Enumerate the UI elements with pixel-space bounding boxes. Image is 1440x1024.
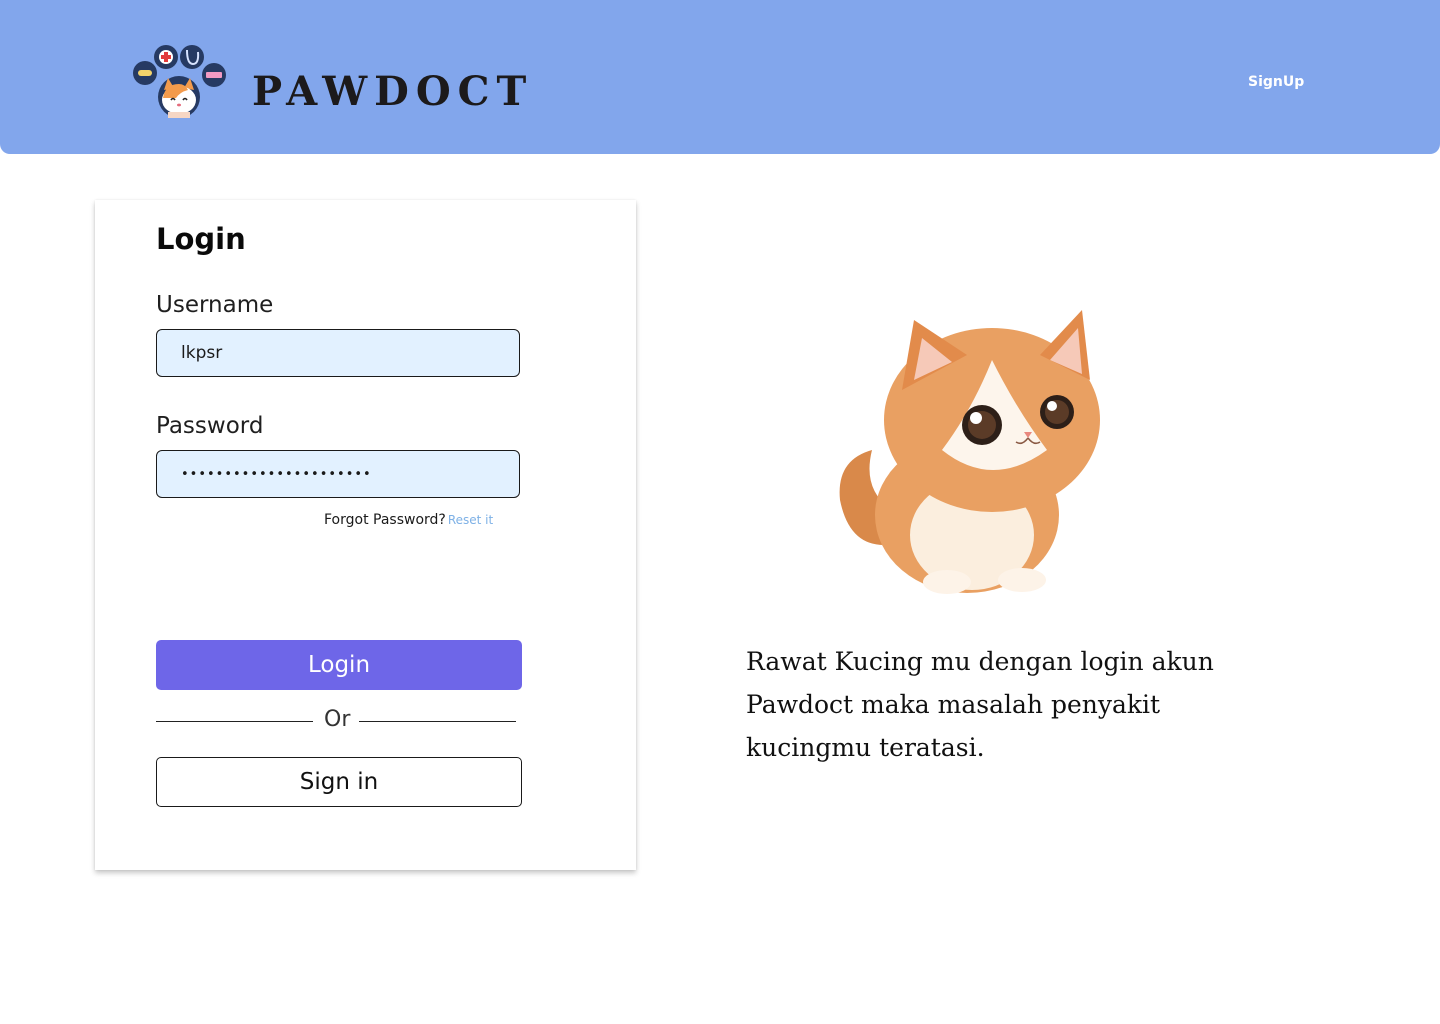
divider-or: Or [324, 707, 351, 732]
signin-button[interactable]: Sign in [156, 757, 522, 807]
login-button[interactable]: Login [156, 640, 522, 690]
forgot-password-text: Forgot Password? [324, 512, 446, 528]
paw-logo-icon[interactable] [130, 42, 230, 118]
syringe-icon [206, 72, 222, 78]
pill-icon [138, 70, 152, 76]
divider-line-right [359, 721, 516, 722]
reset-password-link[interactable]: Reset it [448, 513, 493, 527]
password-field[interactable] [156, 450, 520, 498]
medical-cross-icon [159, 50, 173, 64]
password-label: Password [156, 413, 264, 439]
username-label: Username [156, 292, 274, 318]
forgot-password: Forgot Password? Reset it [324, 512, 493, 528]
signup-link[interactable]: SignUp [1248, 74, 1304, 90]
login-card: Login Username Password Forgot Password?… [95, 200, 636, 870]
divider-line-left [156, 721, 313, 722]
top-navbar: PAWDOCT SignUp [0, 0, 1440, 154]
kitten-illustration [839, 310, 1100, 594]
hero-tagline: Rawat Kucing mu dengan login akun Pawdoc… [746, 647, 1214, 762]
brand-name: PAWDOCT [252, 68, 534, 115]
username-field[interactable] [156, 329, 520, 377]
login-title: Login [156, 222, 246, 256]
